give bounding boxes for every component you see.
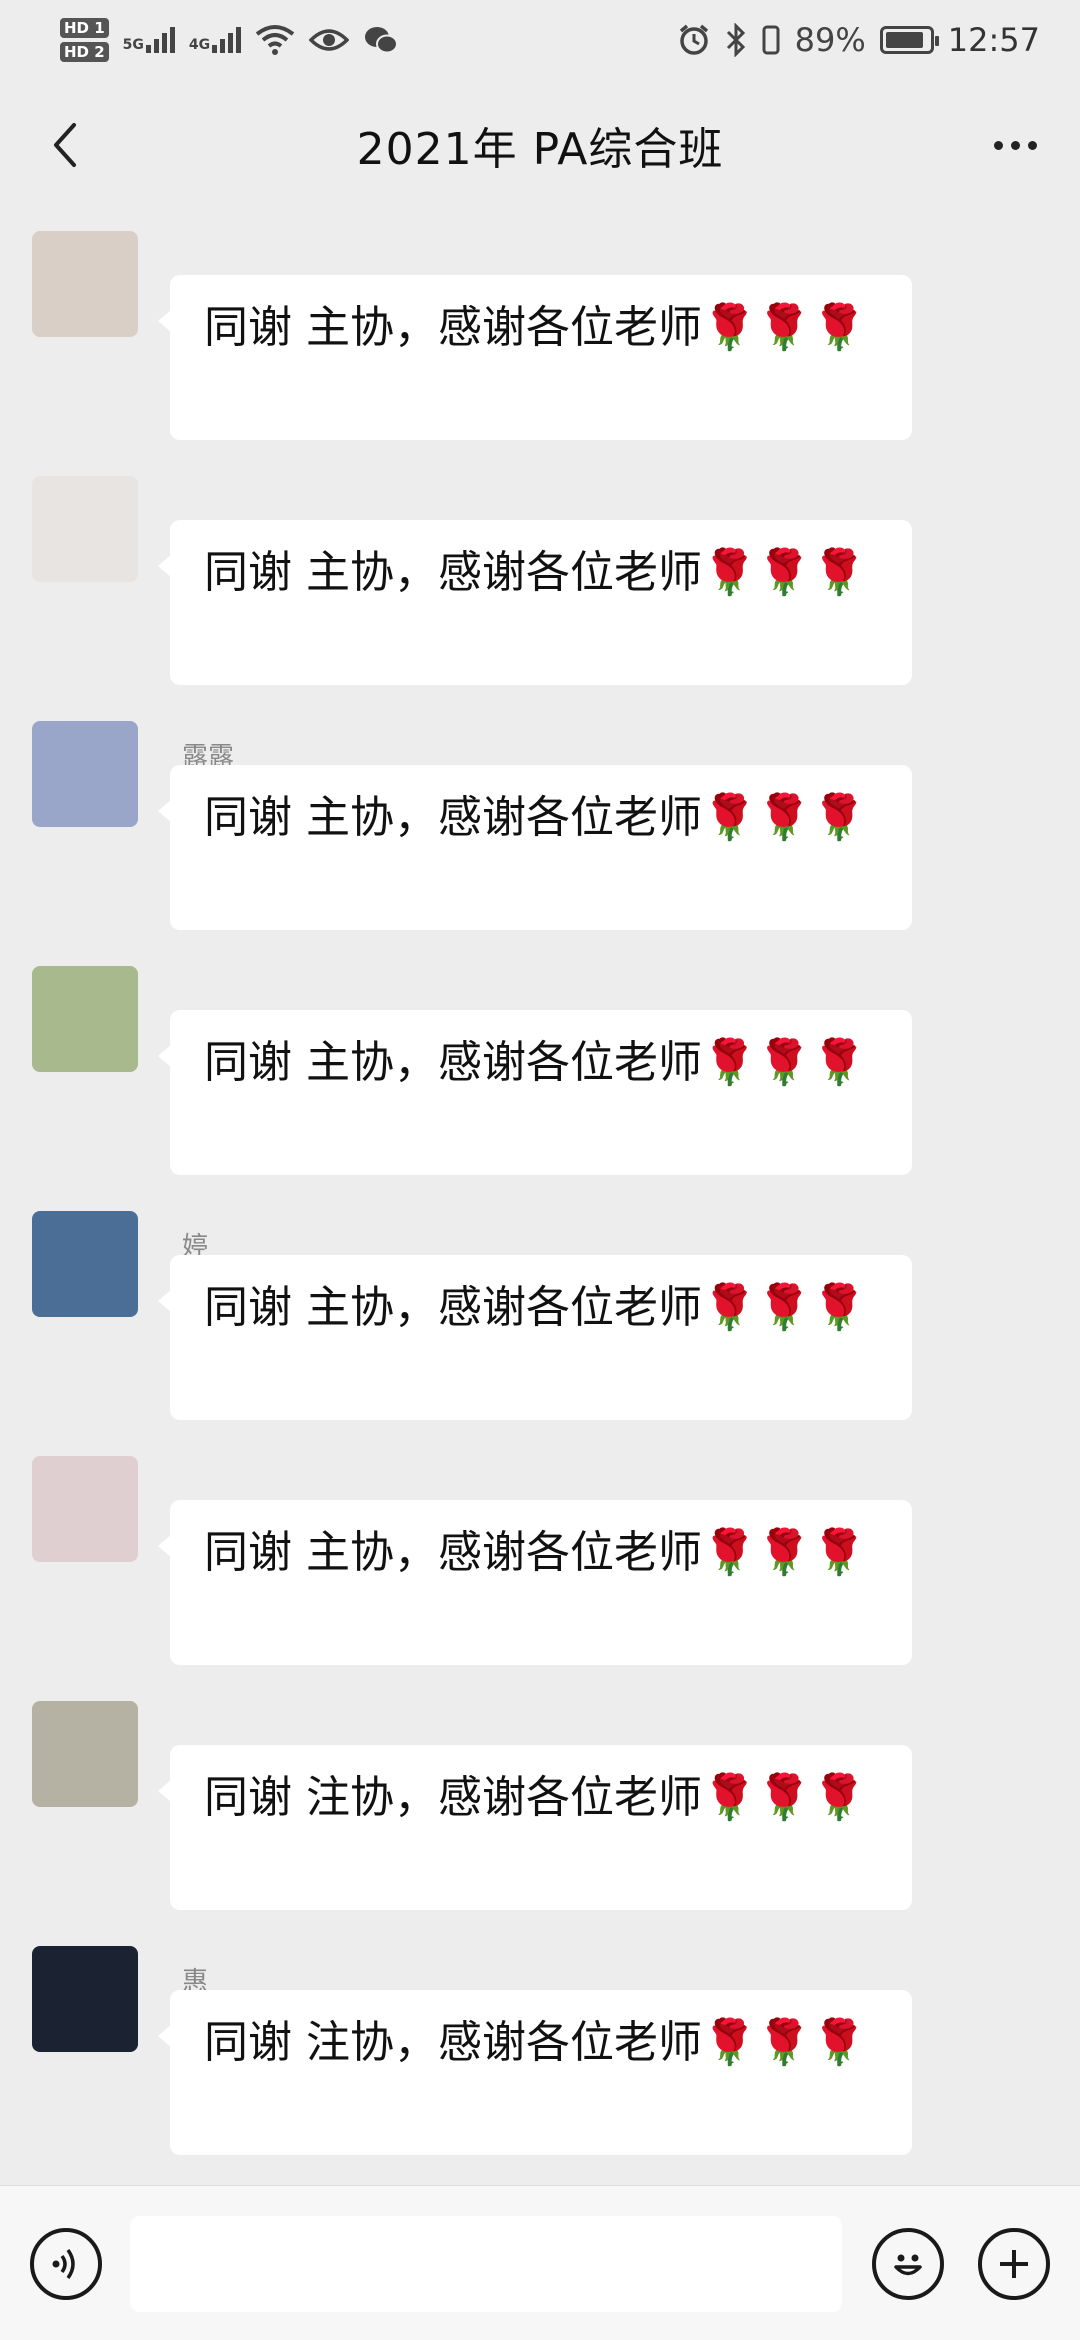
more-actions-button[interactable]	[978, 2228, 1050, 2300]
more-dot	[1027, 140, 1037, 150]
message-bubble[interactable]: 同谢 主协，感谢各位老师🌹🌹🌹	[158, 275, 912, 440]
signal-5g-icon: 5G	[123, 27, 175, 53]
status-bar-right: 89% 12:57	[677, 21, 1040, 59]
plus-icon	[1000, 2250, 1028, 2278]
chat-header: 2021年 PA综合班	[0, 80, 1080, 210]
message-input[interactable]	[130, 2216, 842, 2312]
wechat-icon	[365, 27, 399, 54]
message-bubble[interactable]: 同谢 注协，感谢各位老师🌹🌹🌹	[158, 1990, 912, 2155]
hd1-badge: HD 1	[60, 18, 109, 38]
message-text: 同谢 主协，感谢各位老师🌹🌹🌹	[204, 1527, 867, 1578]
clock: 12:57	[947, 21, 1040, 59]
message-text: 同谢 主协，感谢各位老师🌹🌹🌹	[204, 792, 867, 843]
message-row: 婷同谢 主协，感谢各位老师🌹🌹🌹	[0, 1205, 1080, 1450]
network-type-label-2: 4G	[188, 37, 211, 53]
message-row: 同谢 主协，感谢各位老师🌹🌹🌹	[0, 1450, 1080, 1695]
chevron-left-icon	[54, 123, 76, 167]
message-bubble[interactable]: 同谢 主协，感谢各位老师🌹🌹🌹	[158, 1010, 912, 1175]
avatar[interactable]	[32, 1946, 138, 2052]
voice-icon	[52, 2248, 75, 2280]
battery-icon	[879, 26, 939, 54]
more-button[interactable]	[980, 110, 1050, 180]
wifi-icon	[255, 25, 295, 55]
input-bar	[0, 2185, 1080, 2340]
message-text: 同谢 主协，感谢各位老师🌹🌹🌹	[204, 1282, 867, 1333]
eye-icon	[309, 29, 350, 51]
avatar[interactable]	[32, 231, 138, 337]
message-bubble[interactable]: 同谢 主协，感谢各位老师🌹🌹🌹	[158, 520, 912, 685]
vibrate-battery-icon	[762, 25, 780, 55]
message-row: 惠同谢 注协，感谢各位老师🌹🌹🌹	[0, 1940, 1080, 2185]
alarm-icon	[679, 24, 708, 55]
avatar[interactable]	[32, 476, 138, 582]
network-type-label: 5G	[122, 37, 144, 53]
hd-indicators: HD 1 HD 2	[60, 18, 109, 62]
avatar[interactable]	[32, 721, 138, 827]
avatar[interactable]	[32, 1456, 138, 1562]
bluetooth-icon	[726, 23, 745, 57]
message-row: 同谢 主协，感谢各位老师🌹🌹🌹	[0, 470, 1080, 715]
status-bar-left: HD 1 HD 2 5G 4G	[60, 18, 399, 62]
avatar[interactable]	[32, 1211, 138, 1317]
message-text: 同谢 主协，感谢各位老师🌹🌹🌹	[204, 547, 867, 598]
message-list[interactable]: 同谢 主协，感谢各位老师🌹🌹🌹 同谢 主协，感谢各位老师🌹🌹🌹 露露 同谢 主协，感谢…	[0, 225, 1080, 2185]
more-dot	[1010, 140, 1020, 150]
message-text: 同谢 主协，感谢各位老师🌹🌹🌹	[204, 1037, 867, 1088]
avatar[interactable]	[32, 966, 138, 1072]
message-bubble[interactable]: 同谢 主协，感谢各位老师🌹🌹🌹	[158, 765, 912, 930]
message-bubble[interactable]: 同谢 主协，感谢各位老师🌹🌹🌹	[158, 1500, 912, 1665]
message-text: 同谢 注协，感谢各位老师🌹🌹🌹	[204, 1772, 867, 1823]
emoji-button[interactable]	[872, 2228, 944, 2300]
message-row: 同谢 主协，感谢各位老师🌹🌹🌹	[0, 225, 1080, 470]
voice-button[interactable]	[30, 2228, 102, 2300]
message-bubble[interactable]: 同谢 注协，感谢各位老师🌹🌹🌹	[158, 1745, 912, 1910]
battery-fill	[885, 32, 923, 48]
message-row: 露露 同谢 主协，感谢各位老师🌹🌹🌹	[0, 715, 1080, 960]
message-text: 同谢 主协，感谢各位老师🌹🌹🌹	[204, 302, 867, 353]
chat-title: 2021年 PA综合班	[356, 124, 724, 175]
message-text: 同谢 注协，感谢各位老师🌹🌹🌹	[204, 2017, 867, 2068]
avatar[interactable]	[32, 1701, 138, 1807]
back-button[interactable]	[30, 110, 100, 180]
message-bubble[interactable]: 同谢 主协，感谢各位老师🌹🌹🌹	[158, 1255, 912, 1420]
status-bar: HD 1 HD 2 5G 4G 89% 12:57	[0, 0, 1080, 80]
message-row: 同谢 注协，感谢各位老师🌹🌹🌹	[0, 1695, 1080, 1940]
battery-percentage: 89%	[794, 21, 866, 59]
hd2-badge: HD 2	[60, 42, 109, 62]
message-row: 同谢 主协，感谢各位老师🌹🌹🌹	[0, 960, 1080, 1205]
signal-4g-icon: 4G	[188, 27, 242, 53]
emoji-icon	[894, 2254, 922, 2276]
more-dots-icon	[993, 140, 1003, 150]
